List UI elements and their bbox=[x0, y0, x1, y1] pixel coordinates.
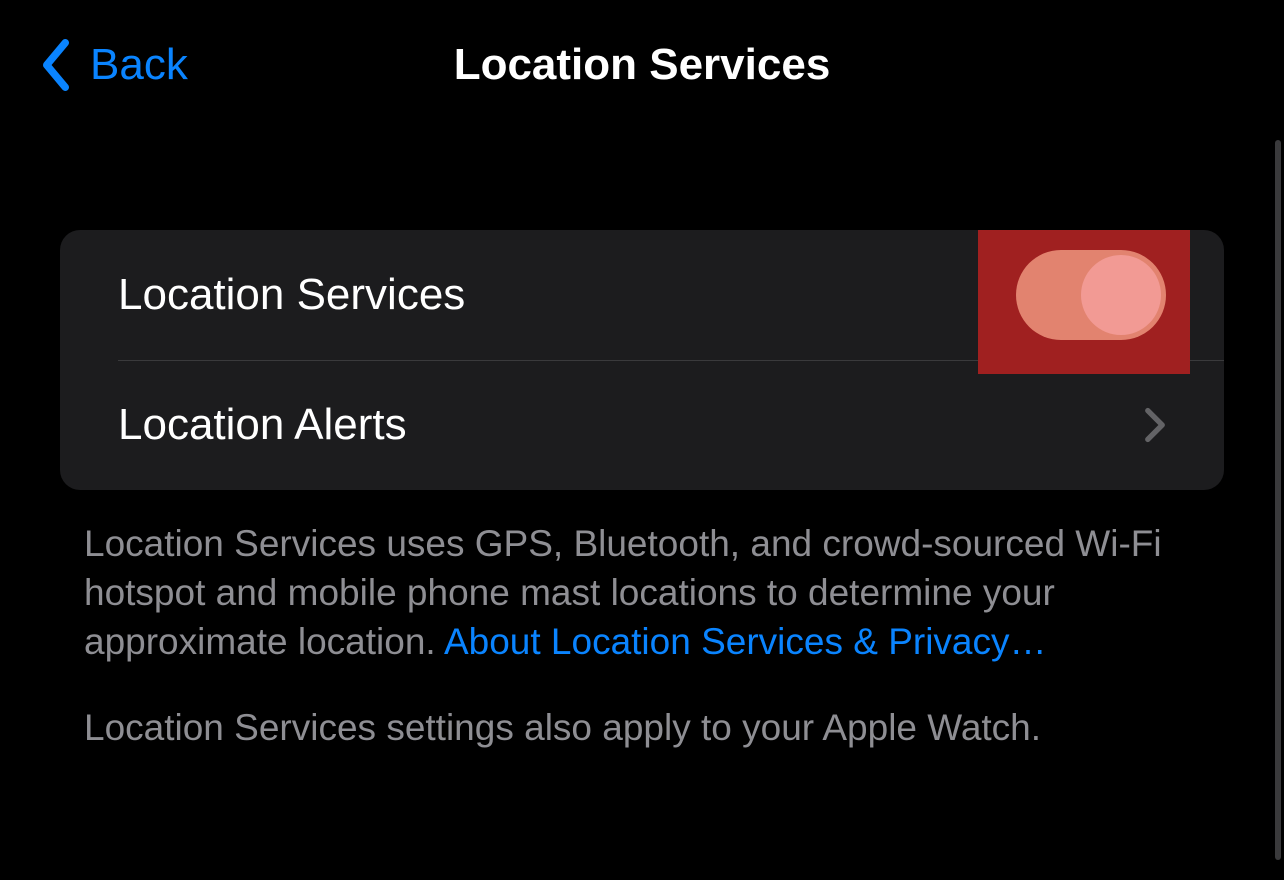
toggle-knob bbox=[1081, 255, 1161, 335]
about-privacy-link[interactable]: About Location Services & Privacy… bbox=[444, 621, 1047, 662]
location-services-toggle[interactable] bbox=[1016, 250, 1166, 340]
chevron-right-icon bbox=[1144, 407, 1166, 443]
footer-description: Location Services uses GPS, Bluetooth, a… bbox=[84, 520, 1200, 666]
back-label: Back bbox=[90, 40, 188, 90]
chevron-left-icon bbox=[40, 39, 72, 91]
location-alerts-label: Location Alerts bbox=[118, 400, 407, 450]
header: Back Location Services bbox=[0, 0, 1284, 100]
scrollbar[interactable] bbox=[1275, 140, 1281, 860]
footer-text: Location Services uses GPS, Bluetooth, a… bbox=[60, 490, 1224, 753]
location-alerts-row[interactable]: Location Alerts bbox=[60, 360, 1224, 490]
location-services-row[interactable]: Location Services bbox=[60, 230, 1224, 360]
content-area: Location Services Location Alerts Locati… bbox=[0, 100, 1284, 753]
page-title: Location Services bbox=[0, 40, 1284, 90]
back-button[interactable]: Back bbox=[40, 39, 188, 91]
footer-watch-text: Location Services settings also apply to… bbox=[84, 704, 1200, 753]
location-services-label: Location Services bbox=[118, 270, 465, 320]
settings-group: Location Services Location Alerts bbox=[60, 230, 1224, 490]
